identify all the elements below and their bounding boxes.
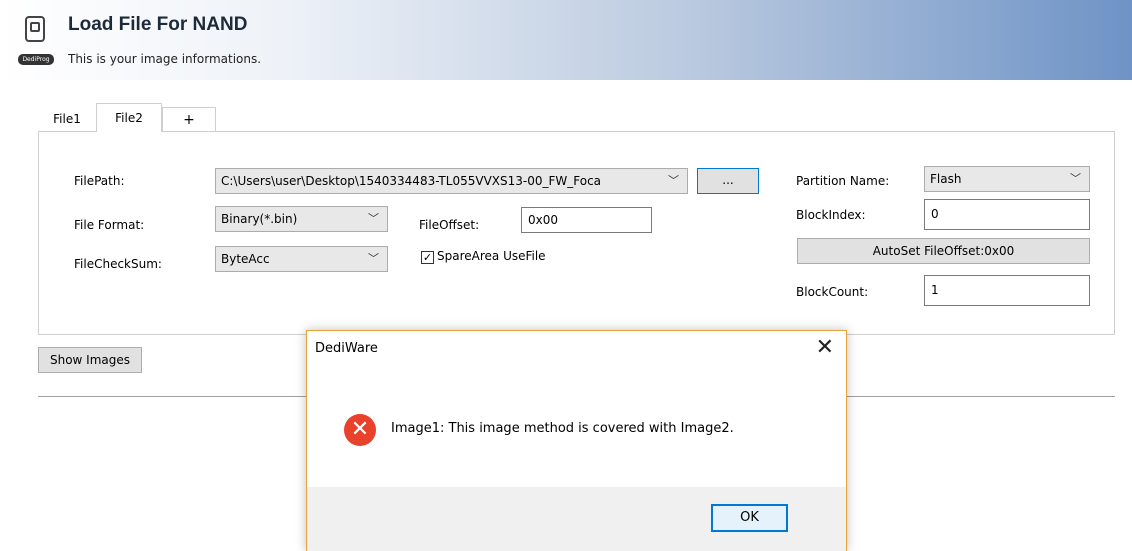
dialog-message: Image1: This image method is covered wit…: [391, 421, 734, 436]
checkmark-icon: ✓: [421, 251, 434, 264]
tab-panel: FilePath: C:\Users\user\Desktop\15403344…: [38, 131, 1115, 335]
tab-add[interactable]: +: [162, 107, 216, 132]
file-checksum-select[interactable]: ByteAcc ﹀: [215, 246, 388, 272]
spare-area-label: SpareArea UseFile: [437, 249, 546, 263]
chevron-down-icon: ﹀: [668, 174, 679, 187]
file-checksum-value: ByteAcc: [221, 252, 270, 266]
partition-name-label: Partition Name:: [796, 174, 890, 188]
file-format-value: Binary(*.bin): [221, 212, 298, 226]
filepath-label: FilePath:: [74, 174, 125, 188]
filepath-combo[interactable]: C:\Users\user\Desktop\1540334483-TL055VV…: [215, 168, 688, 194]
file-offset-label: FileOffset:: [419, 218, 480, 232]
page-subtitle: This is your image informations.: [68, 52, 262, 66]
page-title: Load File For NAND: [68, 14, 248, 35]
error-dialog: DediWare ✕ ✕ Image1: This image method i…: [306, 330, 847, 551]
block-count-input[interactable]: 1: [924, 275, 1090, 306]
autoset-offset-button[interactable]: AutoSet FileOffset:0x00: [797, 238, 1090, 264]
dediprog-logo-mark: [25, 16, 45, 42]
dediprog-logo: DediProg: [14, 14, 56, 72]
partition-name-select[interactable]: Flash ﹀: [924, 166, 1090, 192]
file-format-select[interactable]: Binary(*.bin) ﹀: [215, 206, 388, 232]
browse-button[interactable]: ...: [697, 168, 759, 194]
dialog-title: DediWare: [315, 341, 378, 356]
block-index-label: BlockIndex:: [796, 208, 866, 222]
block-count-label: BlockCount:: [796, 285, 869, 299]
chevron-down-icon: ﹀: [368, 252, 379, 265]
block-index-input[interactable]: 0: [924, 199, 1090, 230]
error-icon: ✕: [344, 414, 376, 446]
page-header: DediProg Load File For NAND This is your…: [0, 0, 1132, 80]
ok-button[interactable]: OK: [711, 504, 788, 532]
chevron-down-icon: ﹀: [1070, 172, 1081, 185]
filepath-value: C:\Users\user\Desktop\1540334483-TL055VV…: [221, 174, 602, 188]
dediprog-logo-text: DediProg: [18, 54, 54, 65]
file-format-label: File Format:: [74, 218, 145, 232]
tab-file1[interactable]: File1: [38, 107, 96, 132]
file-offset-input[interactable]: 0x00: [521, 207, 652, 233]
close-icon[interactable]: ✕: [816, 335, 834, 360]
chevron-down-icon: ﹀: [368, 212, 379, 225]
show-images-button[interactable]: Show Images: [38, 347, 142, 373]
tab-file2[interactable]: File2: [96, 103, 162, 132]
file-checksum-label: FileCheckSum:: [74, 257, 162, 271]
partition-name-value: Flash: [930, 172, 962, 186]
spare-area-checkbox[interactable]: ✓ SpareArea UseFile: [421, 249, 591, 269]
